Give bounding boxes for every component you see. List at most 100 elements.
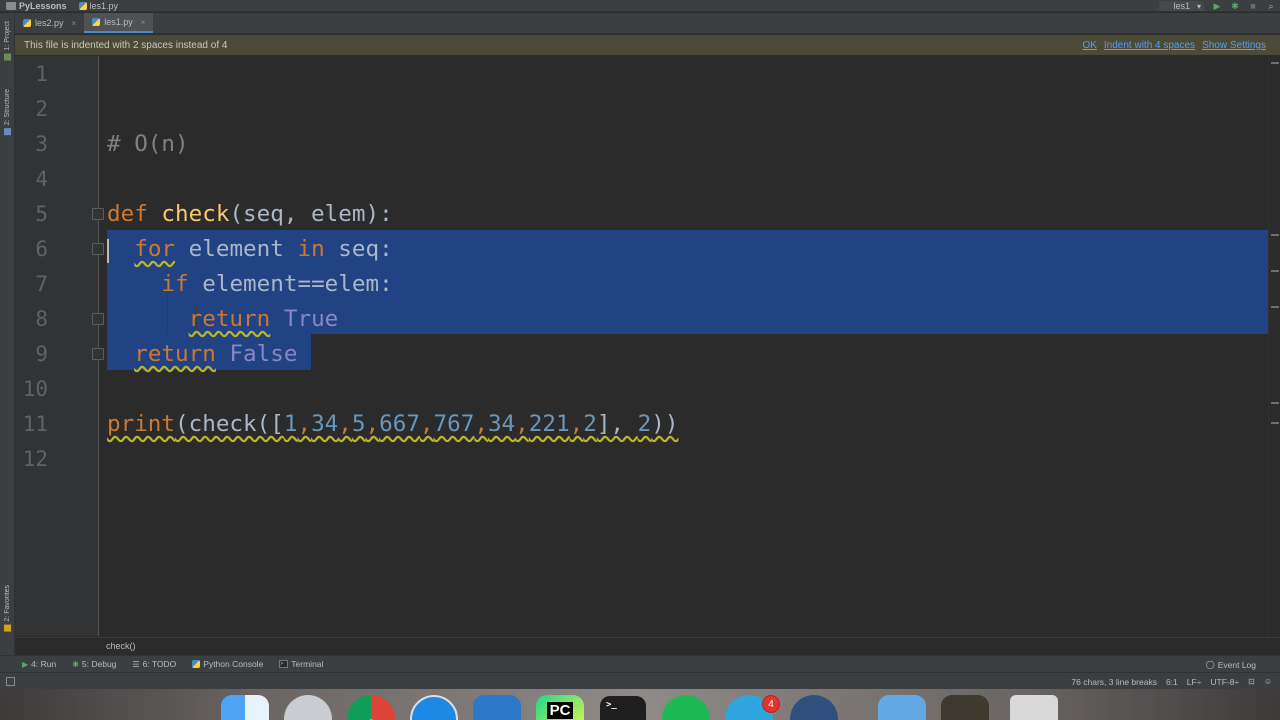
telegram-badge: 4 — [762, 695, 780, 713]
close-icon[interactable]: × — [72, 19, 77, 28]
line-separator[interactable]: LF÷ — [1187, 677, 1202, 687]
quicktime-icon[interactable] — [790, 695, 838, 720]
spotify-icon[interactable] — [662, 695, 710, 720]
keyword-return: return — [188, 306, 271, 332]
structure-tool-window-button[interactable]: 2: Structure — [1, 89, 14, 136]
favorites-tool-window-button[interactable]: 2: Favorites — [1, 585, 14, 632]
number: 34 — [487, 411, 516, 437]
downloads-folder-icon[interactable] — [878, 695, 926, 720]
banner-actions: OK Indent with 4 spaces Show Settings — [1082, 35, 1266, 55]
project-icon — [4, 53, 11, 61]
line-number: 3 — [35, 132, 48, 156]
tab-les1-label: les1.py — [104, 17, 133, 27]
banner-ok-link[interactable]: OK — [1082, 40, 1096, 51]
builtin-print: print — [107, 411, 176, 437]
fold-marker-icon[interactable] — [92, 348, 104, 360]
status-widgets: 76 chars, 3 line breaks 6:1 LF÷ UTF-8÷ ⊡… — [1071, 673, 1272, 690]
launchpad-icon[interactable] — [284, 695, 332, 720]
code-line-8[interactable]: return True — [107, 302, 339, 337]
list-close: ], — [596, 411, 638, 437]
code-line-7[interactable]: if element==elem: — [107, 267, 392, 302]
code-line-3[interactable]: # O(n) — [107, 127, 189, 162]
fold-marker-icon[interactable] — [92, 243, 104, 255]
terminal-tool-label: Terminal — [291, 659, 324, 669]
marker[interactable] — [1271, 270, 1279, 272]
inspector-icon[interactable]: ☺ — [1264, 677, 1272, 686]
error-marker-stripe[interactable] — [1268, 56, 1280, 636]
run-config-dropdown[interactable]: les1 — [1159, 1, 1204, 11]
keyword-for: for — [134, 236, 176, 262]
banner-message: This file is indented with 2 spaces inst… — [24, 39, 228, 51]
tab-les2[interactable]: les2.py × — [15, 13, 84, 33]
keyword-if: if — [161, 271, 189, 297]
code-line-5[interactable]: def check(seq, elem): — [107, 197, 393, 232]
close-icon[interactable]: × — [141, 18, 146, 27]
python-file-icon — [78, 1, 87, 10]
line-number: 9 — [35, 342, 48, 366]
file-encoding[interactable]: UTF-8÷ — [1210, 677, 1239, 687]
tool-windows-toggle-icon[interactable] — [6, 677, 15, 686]
left-tool-strip: 1: Project 2: Structure 2: Favorites — [0, 13, 15, 657]
number: 34 — [311, 411, 339, 437]
line-number: 1 — [35, 62, 48, 86]
chrome-icon[interactable] — [347, 695, 395, 720]
safari-icon[interactable] — [410, 695, 458, 720]
event-log-button[interactable]: ◯ Event Log — [1206, 656, 1256, 673]
marker[interactable] — [1271, 306, 1279, 308]
nav-toolbar: les1 ▶ ✱ ■ ⌕ — [1159, 0, 1276, 12]
terminal-icon: > — [279, 660, 289, 668]
keyword-in: in — [297, 236, 325, 262]
structure-icon — [4, 128, 11, 136]
banner-settings-link[interactable]: Show Settings — [1202, 40, 1266, 51]
tab-les1[interactable]: les1.py × — [84, 13, 154, 33]
code-line-9[interactable]: return False — [107, 337, 297, 372]
marker[interactable] — [1271, 62, 1279, 64]
todo-tool-button[interactable]: ☰ 6: TODO — [124, 659, 184, 669]
nav-project[interactable]: PyLessons — [0, 1, 73, 11]
code-line-11[interactable]: print(check([1,34,5,667,767,34,221,2], 2… — [107, 407, 678, 442]
line-number: 7 — [35, 272, 48, 296]
status-bar: 76 chars, 3 line breaks 6:1 LF÷ UTF-8÷ ⊡… — [0, 672, 1280, 689]
terminal-tool-button[interactable]: > Terminal — [271, 659, 331, 669]
code-editor[interactable]: 1 2 3 4 5 6 7 8 9 10 11 12 # O(n) def ch… — [15, 56, 1280, 636]
search-icon[interactable]: ⌕ — [1266, 1, 1276, 11]
marker[interactable] — [1271, 234, 1279, 236]
debug-icon[interactable]: ✱ — [1230, 1, 1240, 11]
line-number: 11 — [22, 412, 48, 436]
project-tool-window-button[interactable]: 1: Project — [1, 21, 14, 61]
caret-position[interactable]: 6:1 — [1166, 677, 1178, 687]
pycharm-icon[interactable]: PC — [536, 695, 584, 720]
navigation-bar: PyLessons les1.py les1 ▶ ✱ ■ ⌕ — [0, 0, 1280, 12]
number: 2 — [583, 411, 597, 437]
python-icon — [192, 660, 201, 668]
run-icon[interactable]: ▶ — [1212, 1, 1222, 11]
code-line-6[interactable]: for element in seq: — [107, 232, 392, 267]
marker[interactable] — [1271, 402, 1279, 404]
line-number: 4 — [35, 167, 48, 191]
indent-notification-banner: This file is indented with 2 spaces inst… — [15, 35, 1280, 55]
python-console-button[interactable]: Python Console — [184, 659, 271, 669]
stop-icon[interactable]: ■ — [1248, 1, 1258, 11]
xcode-icon[interactable] — [473, 695, 521, 720]
function-name: check — [161, 201, 230, 227]
run-tool-button[interactable]: ▶ 4: Run — [0, 659, 64, 669]
fold-marker-icon[interactable] — [92, 208, 104, 220]
trash-icon[interactable] — [1010, 695, 1058, 720]
stack-icon[interactable] — [941, 695, 989, 720]
favorites-star-icon — [4, 624, 11, 632]
fold-marker-icon[interactable] — [92, 313, 104, 325]
line-number-gutter[interactable]: 1 2 3 4 5 6 7 8 9 10 11 12 — [15, 56, 104, 636]
lock-icon[interactable]: ⊡ — [1248, 677, 1255, 686]
banner-indent-link[interactable]: Indent with 4 spaces — [1104, 40, 1195, 51]
nav-file[interactable]: les1.py — [73, 1, 125, 11]
debug-tool-button[interactable]: ✱ 5: Debug — [64, 659, 124, 669]
macos-dock: PC >_ 4 — [0, 689, 1280, 720]
debug-tool-label: 5: Debug — [81, 659, 117, 669]
tool-window-bar: ▶ 4: Run ✱ 5: Debug ☰ 6: TODO Python Con… — [0, 655, 1280, 672]
number: 667 — [379, 411, 420, 437]
marker[interactable] — [1271, 422, 1279, 424]
finder-icon[interactable] — [221, 695, 269, 720]
text-caret — [107, 239, 109, 263]
breadcrumb-function[interactable]: check() — [106, 641, 136, 651]
terminal-app-icon[interactable]: >_ — [599, 695, 647, 720]
